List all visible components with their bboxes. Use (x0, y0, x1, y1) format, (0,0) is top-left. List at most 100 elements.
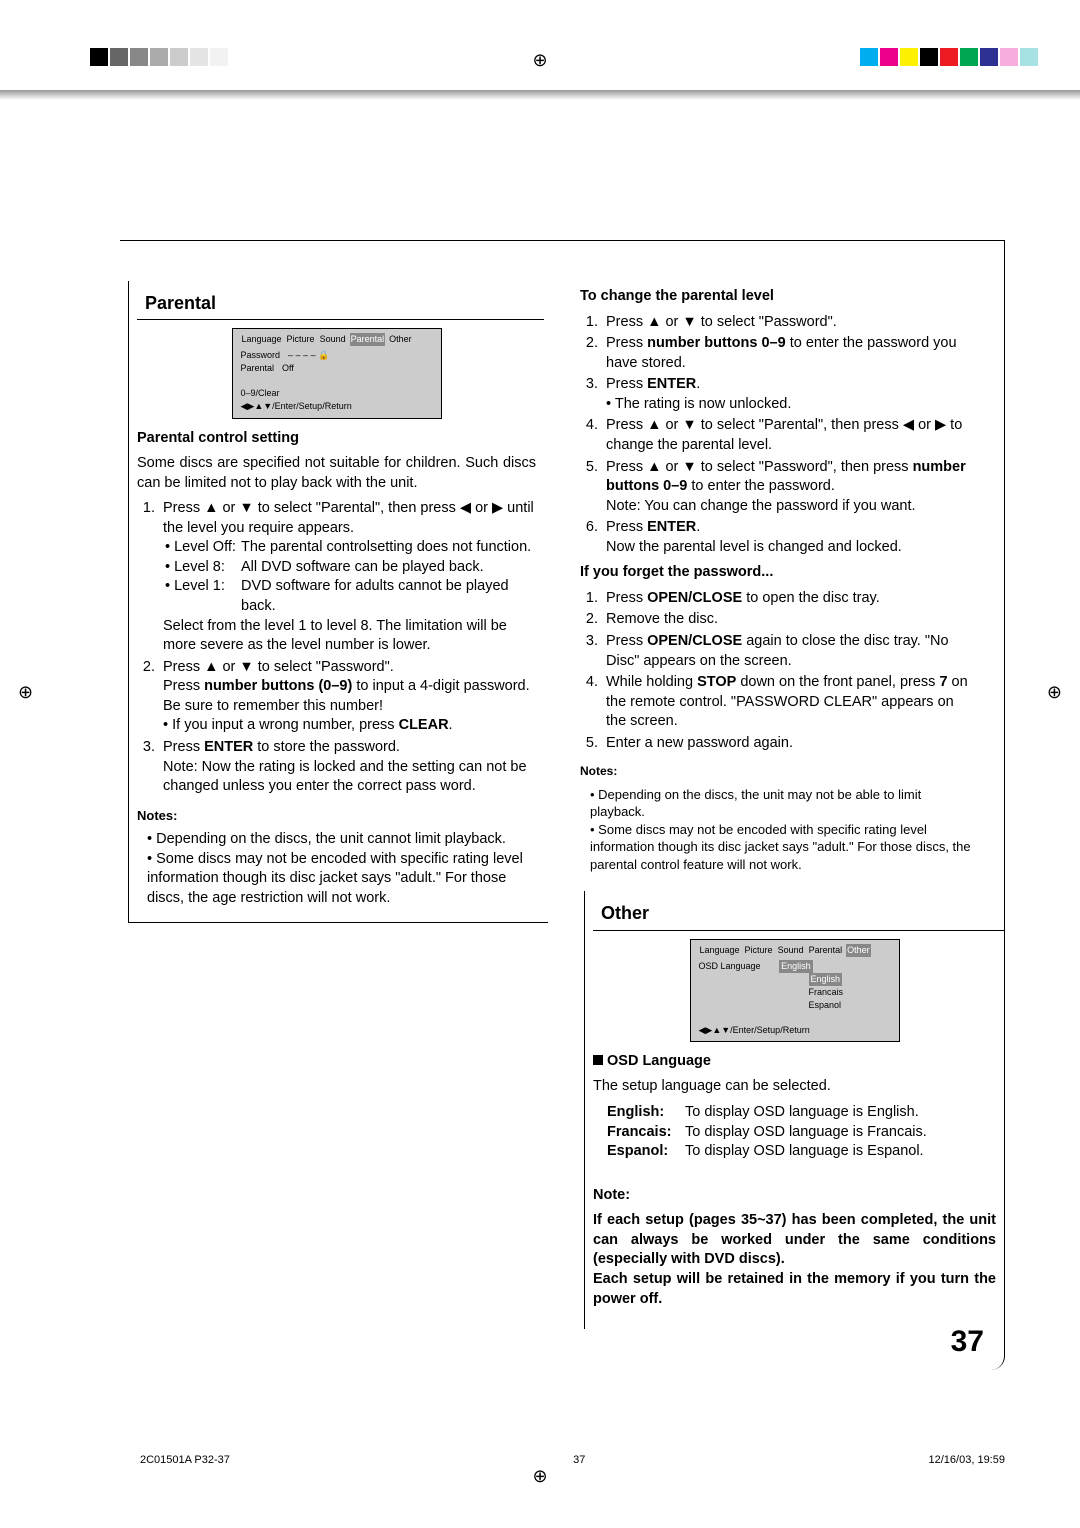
registration-right: ⊕ (1047, 680, 1062, 704)
bold: OPEN/CLOSE (647, 633, 742, 649)
parental-sub: Parental control setting (137, 429, 536, 449)
level-val: The parental controlsetting does not fun… (241, 538, 536, 558)
step-text: Now the parental level is changed and lo… (606, 539, 902, 555)
lang-val: To display OSD language is English. (685, 1103, 919, 1123)
bold: CLEAR (399, 717, 449, 733)
level-val: DVD software for adults cannot be played… (241, 577, 536, 616)
lang-list: English:To display OSD language is Engli… (593, 1103, 996, 1162)
step-text: Press (163, 678, 204, 694)
step-text: Press (606, 335, 647, 351)
page-body: Parental Language Picture Sound Parental… (120, 240, 1005, 1370)
parental-section: Parental Language Picture Sound Parental… (128, 281, 548, 923)
notes-list: Depending on the discs, the unit cannot … (137, 830, 536, 908)
lang-val: To display OSD language is Espanol. (685, 1142, 924, 1162)
osd-tab-selected: Parental (350, 333, 386, 346)
osd-value: – – – – 🔒 (288, 349, 329, 362)
step-text: Press ▲ or ▼ to select "Parental", then … (602, 416, 974, 455)
osd-label: OSD Language (699, 960, 761, 973)
parental-intro: Some discs are specified not suitable fo… (137, 454, 536, 493)
footer-right: 12/16/03, 19:59 (929, 1453, 1005, 1468)
change-heading: To change the parental level (580, 287, 974, 307)
notes-heading: Notes: (580, 763, 974, 779)
registration-top: ⊕ (532, 48, 547, 72)
osd-value: Off (282, 362, 294, 375)
step-text: . (696, 376, 700, 392)
step-text: Press (606, 519, 647, 535)
note-item: Some discs may not be encoded with speci… (147, 850, 536, 909)
bold: OPEN/CLOSE (647, 590, 742, 606)
page-number: 37 (951, 1322, 984, 1363)
note-body: If each setup (pages 35~37) has been com… (593, 1212, 996, 1306)
step-text: to enter the password. (687, 478, 835, 494)
bold: 7 (939, 674, 947, 690)
note-item: Some discs may not be encoded with speci… (590, 821, 974, 874)
change-block: To change the parental level Press ▲ or … (576, 287, 1004, 873)
step-text: Select from the level 1 to level 8. The … (163, 618, 507, 654)
step-text: Press ▲ or ▼ to select "Password". (163, 659, 394, 675)
osd-tab: Parental (808, 944, 844, 957)
step-text: down on the front panel, press (736, 674, 939, 690)
osd-hint: 0–9/Clear (241, 387, 433, 400)
registration-left: ⊕ (18, 680, 33, 704)
osd-tab: Other (388, 333, 413, 346)
other-heading: Other (593, 897, 1004, 930)
bold: number buttons (0–9) (204, 678, 352, 694)
osd-tab: Language (699, 944, 741, 957)
step-text: Remove the disc. (602, 610, 974, 630)
change-steps: Press ▲ or ▼ to select "Password". Press… (580, 313, 974, 558)
parental-heading: Parental (137, 287, 544, 320)
bold: number buttons 0–9 (647, 335, 786, 351)
notes-heading: Notes: (137, 807, 536, 825)
footer-left: 2C01501A P32-37 (140, 1453, 230, 1468)
step-text: to open the disc tray. (742, 590, 880, 606)
osd-tab: Picture (286, 333, 316, 346)
osd-tab: Sound (319, 333, 347, 346)
bullet-icon (593, 1055, 603, 1065)
osd-other: Language Picture Sound Parental Other OS… (690, 939, 900, 1042)
osd-opt: English (809, 973, 843, 986)
footer-center: 37 (573, 1453, 585, 1468)
osd-label: Parental (241, 362, 275, 375)
other-intro: The setup language can be selected. (593, 1077, 996, 1097)
forget-heading: If you forget the password... (580, 563, 974, 583)
level-key: • Level Off: (165, 538, 241, 558)
lang-key: Francais: (607, 1123, 685, 1143)
step-text: Note: You can change the password if you… (606, 498, 916, 514)
level-key: • Level 1: (165, 577, 241, 616)
other-section: Other Language Picture Sound Parental Ot… (584, 891, 1004, 1329)
step-text: Press ▲ or ▼ to select "Password". (602, 313, 974, 333)
step-text: • If you input a wrong number, press (163, 717, 399, 733)
osd-footer: ◀▶▲▼/Enter/Setup/Return (241, 400, 433, 413)
osd-tab: Sound (777, 944, 805, 957)
lang-key: Espanol: (607, 1142, 685, 1162)
bold: ENTER (204, 739, 253, 755)
osd-language-heading: OSD Language (607, 1053, 711, 1069)
step-text: . (696, 519, 700, 535)
step-text: • The rating is now unlocked. (606, 396, 791, 412)
step-text: Press ▲ or ▼ to select "Password", then … (606, 459, 913, 475)
osd-opt: Francais (809, 987, 844, 997)
step-text: While holding (606, 674, 697, 690)
bold: ENTER (647, 519, 696, 535)
print-footer: 2C01501A P32-37 37 12/16/03, 19:59 (140, 1447, 1005, 1468)
osd-label: Password (241, 349, 281, 362)
parental-steps: Press ▲ or ▼ to select "Parental", then … (137, 499, 536, 796)
step-text: Press ▲ or ▼ to select "Parental", then … (163, 500, 534, 536)
step-text: Enter a new password again. (602, 734, 974, 754)
osd-footer: ◀▶▲▼/Enter/Setup/Return (699, 1024, 891, 1037)
step-text: Press (606, 376, 647, 392)
osd-tab-selected: Other (846, 944, 871, 957)
osd-value: English (779, 960, 813, 973)
note-item: Depending on the discs, the unit cannot … (147, 830, 536, 850)
step-text: to store the password. (253, 739, 400, 755)
notes-list: Depending on the discs, the unit may not… (580, 786, 974, 874)
lang-val: To display OSD language is Francais. (685, 1123, 927, 1143)
lang-key: English: (607, 1103, 685, 1123)
level-key: • Level 8: (165, 558, 241, 578)
bold: STOP (697, 674, 736, 690)
bold: ENTER (647, 376, 696, 392)
level-val: All DVD software can be played back. (241, 558, 536, 578)
step-text: Press (606, 633, 647, 649)
osd-parental: Language Picture Sound Parental Other Pa… (232, 328, 442, 418)
osd-opt: Espanol (809, 1000, 842, 1010)
